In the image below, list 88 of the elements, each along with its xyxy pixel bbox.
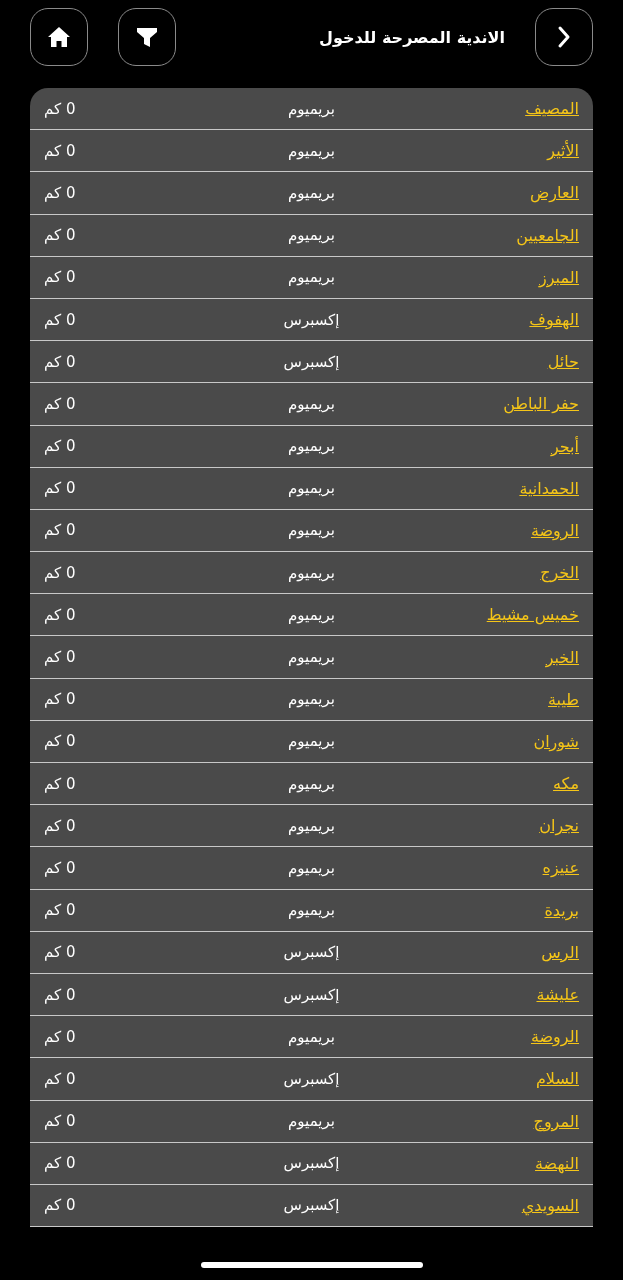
tier-text: بريميوم	[288, 690, 335, 709]
club-link[interactable]: الهفوف	[529, 310, 579, 330]
club-link[interactable]: النهضة	[535, 1153, 579, 1173]
tier-text: إكسبرس	[283, 985, 340, 1004]
club-link[interactable]: الأثير	[547, 141, 579, 161]
tier-text: بريميوم	[288, 563, 335, 582]
distance-text: 0 كم	[44, 141, 76, 160]
distance-text: 0 كم	[44, 1196, 76, 1215]
tier-text: إكسبرس	[283, 352, 340, 371]
distance-text: 0 كم	[44, 268, 76, 287]
tier-text: بريميوم	[288, 605, 335, 624]
distance-text: 0 كم	[44, 437, 76, 456]
club-link[interactable]: عليشة	[536, 985, 579, 1005]
distance-text: 0 كم	[44, 774, 76, 793]
club-link[interactable]: الروضة	[530, 1027, 579, 1047]
club-link[interactable]: أبحر	[550, 436, 579, 456]
club-link[interactable]: الخرج	[540, 563, 579, 583]
tier-text: إكسبرس	[283, 1069, 340, 1088]
tier-text: بريميوم	[288, 226, 335, 245]
club-link[interactable]: الجامعيين	[516, 225, 579, 245]
distance-text: 0 كم	[44, 858, 76, 877]
tier-text: بريميوم	[288, 183, 335, 202]
tier-text: إكسبرس	[283, 1154, 340, 1173]
home-icon	[47, 26, 71, 48]
tier-text: بريميوم	[288, 141, 335, 160]
chevron-icon	[557, 25, 571, 49]
distance-text: 0 كم	[44, 563, 76, 582]
tier-text: إكسبرس	[283, 943, 340, 962]
tier-text: إكسبرس	[283, 310, 340, 329]
back-button[interactable]	[535, 8, 593, 66]
distance-text: 0 كم	[44, 1027, 76, 1046]
page-title: الاندية المصرحة للدخول	[319, 27, 505, 47]
distance-text: 0 كم	[44, 99, 76, 118]
club-link[interactable]: شوران	[533, 731, 579, 751]
club-link[interactable]: مكه	[553, 774, 579, 794]
distance-text: 0 كم	[44, 605, 76, 624]
filter-button[interactable]	[118, 8, 176, 66]
filter-icon	[136, 26, 158, 48]
club-link[interactable]: السلام	[535, 1069, 579, 1089]
tier-text: بريميوم	[288, 648, 335, 667]
distance-text: 0 كم	[44, 226, 76, 245]
tier-text: بريميوم	[288, 394, 335, 413]
tier-text: بريميوم	[288, 901, 335, 920]
distance-text: 0 كم	[44, 394, 76, 413]
tier-text: بريميوم	[288, 521, 335, 540]
club-link[interactable]: الروضة	[530, 520, 579, 540]
club-link[interactable]: المصيف	[525, 99, 579, 119]
club-link[interactable]: طيبة	[548, 689, 579, 709]
distance-text: 0 كم	[44, 943, 76, 962]
tier-text: بريميوم	[288, 1112, 335, 1131]
tier-text: بريميوم	[288, 479, 335, 498]
distance-text: 0 كم	[44, 648, 76, 667]
distance-text: 0 كم	[44, 1154, 76, 1173]
distance-text: 0 كم	[44, 732, 76, 751]
club-link[interactable]: الرس	[541, 942, 579, 962]
tier-text: بريميوم	[288, 268, 335, 287]
distance-text: 0 كم	[44, 183, 76, 202]
distance-text: 0 كم	[44, 816, 76, 835]
club-link[interactable]: العارض	[530, 183, 579, 203]
distance-text: 0 كم	[44, 690, 76, 709]
club-link[interactable]: حفر الباطن	[503, 394, 579, 414]
tier-text: بريميوم	[288, 437, 335, 456]
distance-text: 0 كم	[44, 310, 76, 329]
tier-text: بريميوم	[288, 774, 335, 793]
club-link[interactable]: بريدة	[544, 900, 579, 920]
club-link[interactable]: نجران	[539, 816, 579, 836]
club-link[interactable]: الخبر	[545, 647, 579, 667]
distance-text: 0 كم	[44, 479, 76, 498]
club-link[interactable]: خميس مشيط	[486, 605, 579, 625]
club-link[interactable]: السويدي	[521, 1195, 579, 1215]
home-button[interactable]	[30, 8, 88, 66]
tier-text: بريميوم	[288, 1027, 335, 1046]
distance-text: 0 كم	[44, 901, 76, 920]
club-link[interactable]: المروج	[533, 1111, 579, 1131]
distance-text: 0 كم	[44, 352, 76, 371]
distance-text: 0 كم	[44, 985, 76, 1004]
tier-text: بريميوم	[288, 732, 335, 751]
distance-text: 0 كم	[44, 1112, 76, 1131]
tier-text: بريميوم	[288, 816, 335, 835]
distance-text: 0 كم	[44, 521, 76, 540]
distance-text: 0 كم	[44, 1069, 76, 1088]
tier-text: إكسبرس	[283, 1196, 340, 1215]
club-link[interactable]: المبرز	[539, 267, 579, 287]
club-link[interactable]: حائل	[547, 352, 579, 372]
club-link[interactable]: عنيزه	[542, 858, 579, 878]
club-link[interactable]: الحمدانية	[519, 478, 579, 498]
tier-text: بريميوم	[288, 99, 335, 118]
tier-text: بريميوم	[288, 858, 335, 877]
